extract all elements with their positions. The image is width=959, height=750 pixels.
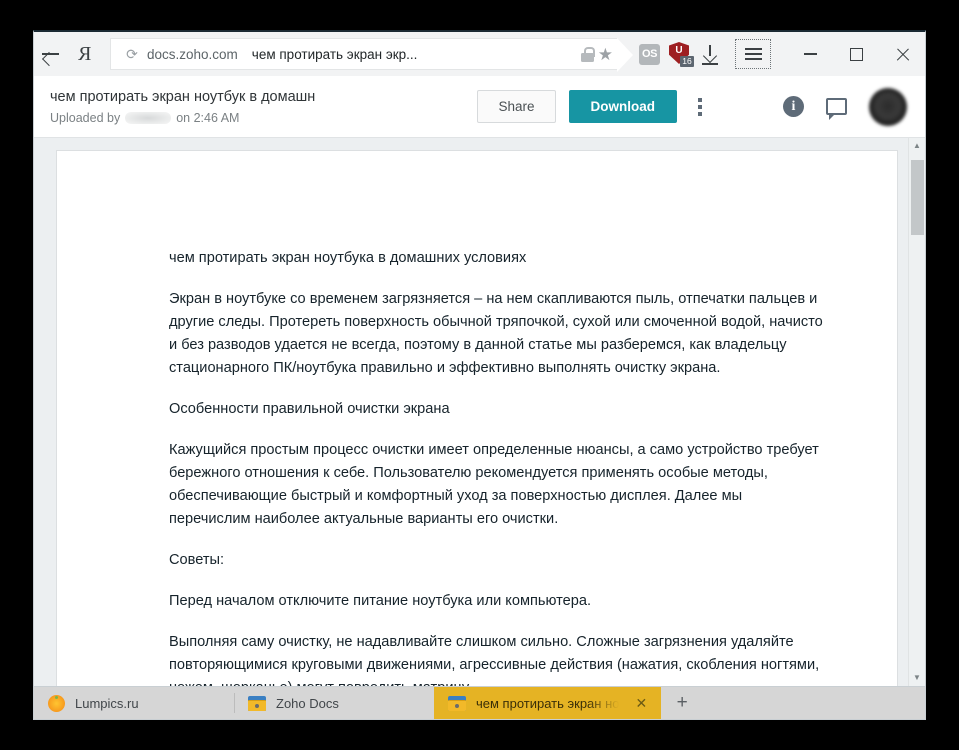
extensions-area: OS U 16 xyxy=(639,42,719,67)
maximize-icon xyxy=(849,47,863,61)
star-icon[interactable]: ★ xyxy=(598,46,613,63)
folder-favicon xyxy=(448,695,466,711)
window-controls xyxy=(787,32,925,76)
yandex-logo-button[interactable]: R xyxy=(68,37,102,71)
document-paragraph: Кажущийся простым процесс очистки имеет … xyxy=(169,442,819,527)
tab-label: Zoho Docs xyxy=(276,695,339,711)
shield-extension-icon[interactable]: U 16 xyxy=(669,42,694,67)
document-meta: чем протирать экран ноутбук в домашн Upl… xyxy=(50,89,315,125)
browser-window: R ⟳ docs.zoho.com чем протирать экран эк… xyxy=(33,30,926,687)
close-button[interactable] xyxy=(879,32,925,76)
uploaded-time-label: on 2:46 AM xyxy=(176,110,240,125)
document-upload-info: Uploaded by on 2:46 AM xyxy=(50,111,315,125)
close-icon xyxy=(895,47,910,62)
tab-label: Lumpics.ru xyxy=(75,695,139,711)
document-paragraph: Выполняя саму очистку, не надавливайте с… xyxy=(169,634,820,686)
reload-icon[interactable]: ⟳ xyxy=(119,46,145,63)
user-avatar[interactable] xyxy=(869,87,907,126)
document-viewer: чем протирать экран ноутбука в домашних … xyxy=(34,138,925,686)
tab-close-icon[interactable]: ✕ xyxy=(629,695,647,712)
folder-favicon xyxy=(248,695,266,711)
document-paragraph: Особенности правильной очистки экрана xyxy=(169,401,450,417)
address-page-title: чем протирать экран экр... xyxy=(251,46,418,62)
document-paragraph: Советы: xyxy=(169,552,225,568)
back-button[interactable] xyxy=(34,37,68,71)
document-paragraph: чем протирать экран ноутбука в домашних … xyxy=(169,250,527,266)
scrollbar-track[interactable] xyxy=(909,154,925,670)
back-arrow-icon xyxy=(41,44,61,64)
document-title: чем протирать экран ноутбук в домашн xyxy=(50,88,316,105)
maximize-button[interactable] xyxy=(833,32,879,76)
uploaded-by-label: Uploaded by xyxy=(50,110,121,125)
tab-active-document[interactable]: чем протирать экран но ✕ xyxy=(434,687,662,719)
scrollbar-thumb[interactable] xyxy=(911,160,924,235)
tab-lumpics[interactable]: Lumpics.ru xyxy=(34,687,234,719)
document-page: чем протирать экран ноутбука в домашних … xyxy=(56,150,898,686)
hamburger-menu-button[interactable] xyxy=(735,39,771,69)
scroll-down-arrow-icon[interactable]: ▼ xyxy=(913,670,921,686)
tab-label: чем протирать экран но xyxy=(476,695,620,711)
orange-favicon xyxy=(48,694,65,712)
address-bar[interactable]: ⟳ docs.zoho.com чем протирать экран экр.… xyxy=(110,38,633,72)
shield-badge-count: 16 xyxy=(680,56,694,67)
new-tab-button[interactable]: + xyxy=(661,687,703,719)
minimize-icon xyxy=(803,53,817,55)
hamburger-menu-icon xyxy=(744,45,762,64)
minimize-button[interactable] xyxy=(787,32,833,76)
document-header: чем протирать экран ноутбук в домашн Upl… xyxy=(34,76,925,190)
document-paragraph: Перед началом отключите питание ноутбука… xyxy=(169,593,592,609)
document-paragraph: Экран в ноутбуке со временем загрязняетс… xyxy=(169,291,823,376)
document-header-right: i xyxy=(783,87,907,126)
download-button[interactable]: Download xyxy=(568,90,677,123)
browser-toolbar: R ⟳ docs.zoho.com чем протирать экран эк… xyxy=(34,32,925,76)
uploader-name-blurred xyxy=(125,111,172,124)
info-icon[interactable]: i xyxy=(783,96,804,117)
address-host: docs.zoho.com xyxy=(147,46,238,62)
tab-zoho-docs[interactable]: Zoho Docs xyxy=(234,687,434,719)
document-actions: Share Download i xyxy=(477,87,907,126)
download-icon[interactable] xyxy=(701,45,719,65)
tab-strip: Lumpics.ru Zoho Docs чем протирать экран… xyxy=(33,687,926,720)
os-extension-icon[interactable]: OS xyxy=(639,43,660,65)
scroll-up-arrow-icon[interactable]: ▲ xyxy=(913,138,921,154)
share-button[interactable]: Share xyxy=(477,90,556,123)
vertical-scrollbar[interactable]: ▲ ▼ xyxy=(908,138,925,686)
lock-icon[interactable] xyxy=(580,46,595,62)
more-options-icon[interactable] xyxy=(690,96,710,118)
comment-icon[interactable] xyxy=(826,98,847,120)
yandex-logo-icon: R xyxy=(78,43,92,65)
